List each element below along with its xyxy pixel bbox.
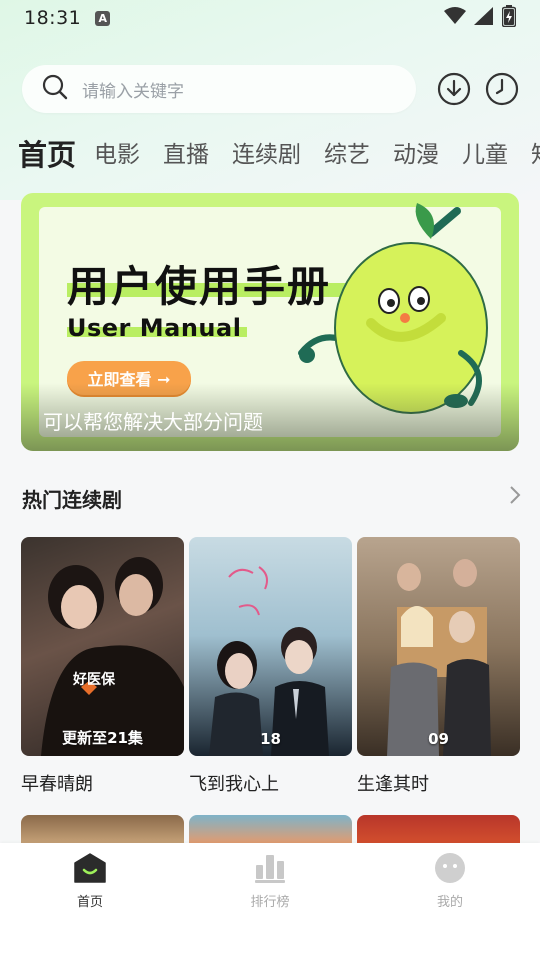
bottom-navigation: 首页 排行榜 我的: [0, 843, 540, 960]
notification-a-icon: A: [95, 10, 111, 26]
series-poster-partial[interactable]: [21, 815, 184, 845]
clock-icon: [485, 72, 519, 106]
series-poster-partial[interactable]: [189, 815, 352, 845]
search-icon: [42, 74, 68, 104]
user-manual-banner[interactable]: 用户使用手册 User Manual 立即查看 ➞ 可以帮您解决大部分问题: [21, 193, 519, 451]
section-title: 热门连续剧: [22, 487, 122, 512]
hot-series-header[interactable]: 热门连续剧: [22, 482, 522, 514]
series-card[interactable]: 09 生逢其时: [357, 537, 520, 796]
series-card[interactable]: 18 飞到我心上: [189, 537, 352, 796]
episode-badge: 09: [428, 730, 449, 748]
series-title: 飞到我心上: [189, 774, 279, 795]
search-row: 请输入关键字: [22, 64, 522, 114]
tab-variety[interactable]: 综艺: [324, 136, 370, 174]
signal-icon: [474, 7, 494, 29]
episode-badge: 18: [260, 730, 281, 748]
series-poster[interactable]: 好医保 更新至21集: [21, 537, 184, 756]
nav-home[interactable]: 首页: [30, 853, 150, 910]
series-poster[interactable]: 09: [357, 537, 520, 756]
nav-ranking[interactable]: 排行榜: [210, 853, 330, 910]
battery-charging-icon: [501, 5, 517, 31]
nav-ranking-label: 排行榜: [250, 895, 290, 910]
tab-anime[interactable]: 动漫: [393, 136, 439, 174]
history-button[interactable]: [484, 71, 520, 107]
poster-school-couple-image: [209, 566, 329, 756]
nav-profile[interactable]: 我的: [390, 853, 510, 910]
home-smile-icon: [74, 853, 106, 883]
wifi-icon: [444, 7, 466, 29]
tab-series[interactable]: 连续剧: [232, 136, 301, 174]
series-card[interactable]: 好医保 更新至21集 早春晴朗: [21, 537, 184, 796]
nav-home-label: 首页: [76, 895, 103, 910]
series-title: 生逢其时: [357, 774, 429, 795]
poster-couple-image: [41, 557, 184, 756]
poster-logo: 好医保: [73, 672, 115, 688]
tab-kids[interactable]: 儿童: [462, 136, 508, 174]
nav-profile-label: 我的: [436, 895, 463, 910]
banner-caption: 可以帮您解决大部分问题: [43, 410, 263, 434]
tab-movies[interactable]: 电影: [94, 136, 140, 174]
status-time: 18:31: [24, 7, 82, 29]
next-row-posters: [21, 815, 521, 845]
chevron-right-icon[interactable]: [508, 485, 522, 511]
download-button[interactable]: [436, 71, 472, 107]
poster-group-image: [387, 559, 491, 756]
status-bar: 18:31 A: [0, 0, 540, 36]
search-input[interactable]: 请输入关键字: [22, 65, 416, 113]
profile-face-icon: [435, 853, 465, 883]
tab-home[interactable]: 首页: [18, 136, 76, 174]
series-poster[interactable]: 18: [189, 537, 352, 756]
banner-subtitle: User Manual: [67, 314, 242, 342]
bar-chart-icon: [255, 855, 285, 883]
tab-live[interactable]: 直播: [163, 136, 209, 174]
download-icon: [437, 72, 471, 106]
series-poster-partial[interactable]: [357, 815, 520, 845]
tab-knowledge[interactable]: 知: [531, 136, 540, 174]
category-tabs: 首页 电影 直播 连续剧 综艺 动漫 儿童 知: [18, 134, 540, 174]
episode-badge: 更新至21集: [62, 729, 143, 747]
series-title: 早春晴朗: [21, 774, 93, 795]
search-placeholder: 请输入关键字: [82, 81, 184, 102]
